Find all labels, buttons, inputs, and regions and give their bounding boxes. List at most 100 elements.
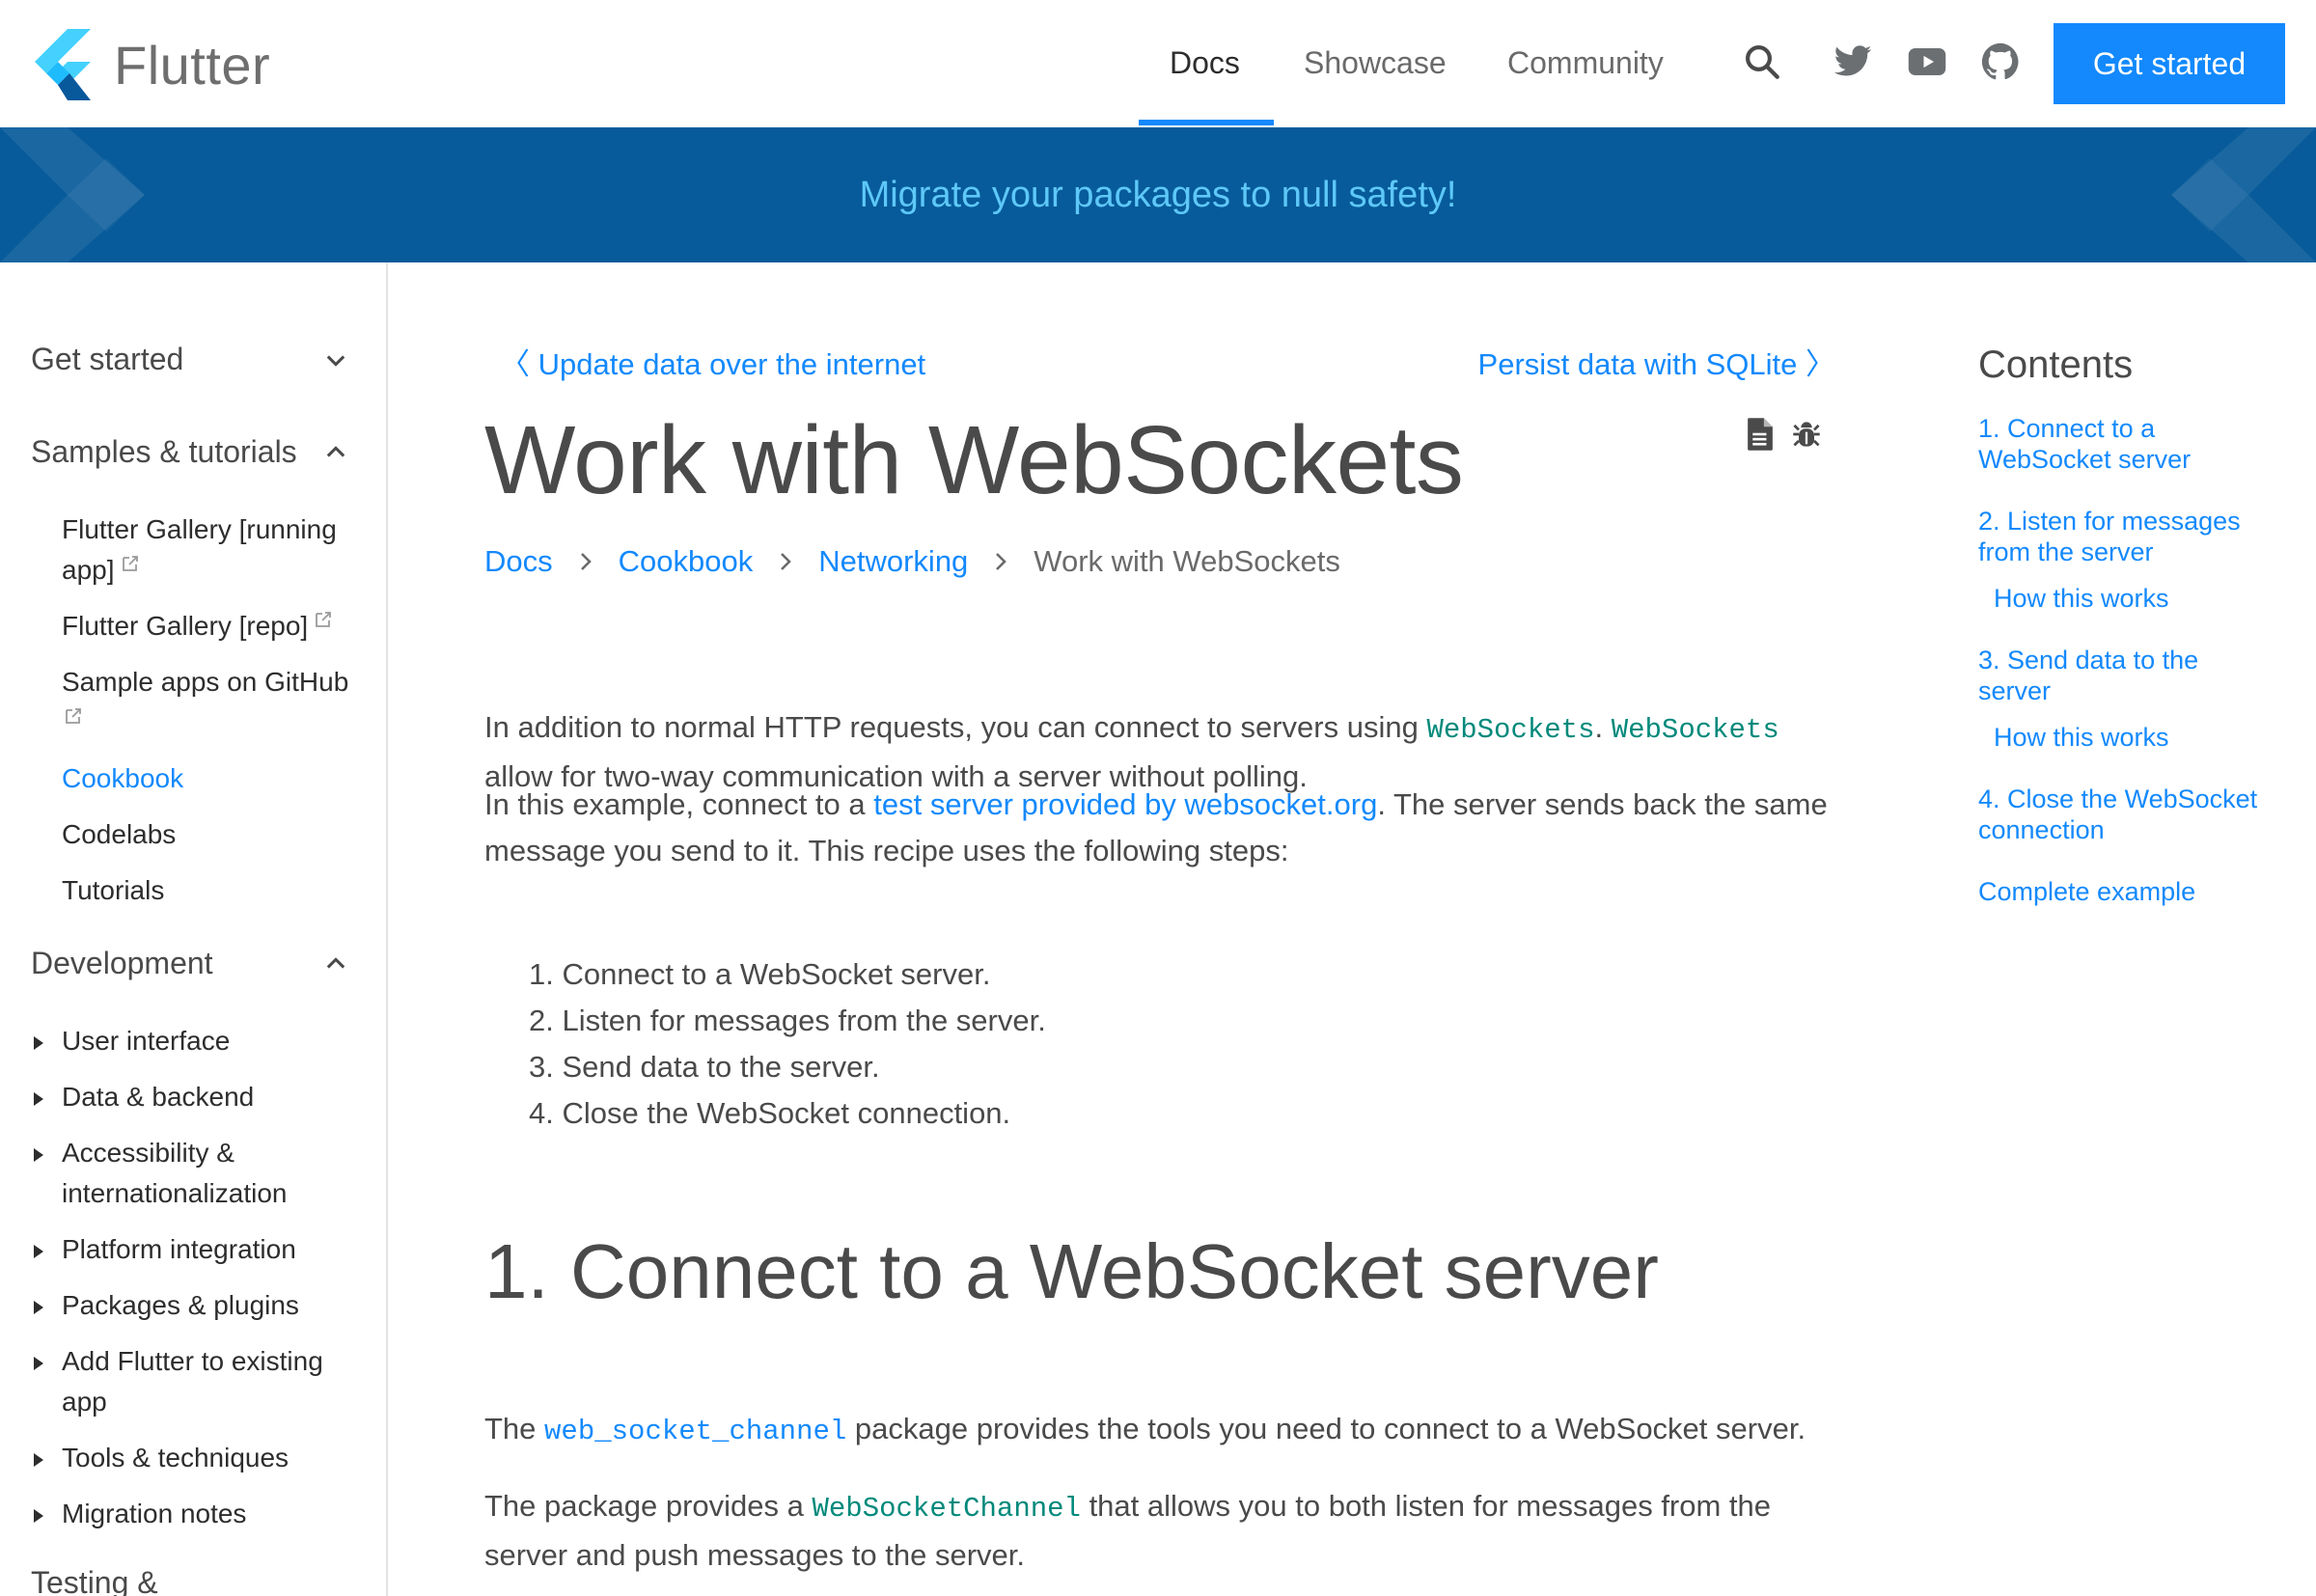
expand-triangle-icon[interactable] bbox=[33, 1451, 44, 1469]
sidebar-item-flutter-gallery-app[interactable]: Flutter Gallery [running app] bbox=[62, 509, 361, 591]
text: The bbox=[484, 1412, 545, 1445]
intro-paragraph-2: In this example, connect to a test serve… bbox=[484, 782, 1835, 874]
sidebar-item-platform-integration[interactable]: Platform integration bbox=[62, 1229, 361, 1270]
sidebar-item-flutter-gallery-repo[interactable]: Flutter Gallery [repo] bbox=[62, 606, 361, 647]
chevron-left-icon: 〈 bbox=[500, 347, 530, 381]
toc-item-close[interactable]: 4. Close the WebSocket connection bbox=[1978, 784, 2297, 845]
sidebar-item-migration-notes[interactable]: Migration notes bbox=[62, 1494, 361, 1534]
expand-triangle-icon[interactable] bbox=[33, 1299, 44, 1316]
toc-item-connect[interactable]: 1. Connect to a WebSocket server bbox=[1978, 413, 2210, 475]
sidebar-item-label: Sample apps on GitHub bbox=[62, 667, 349, 697]
nav-community[interactable]: Community bbox=[1507, 0, 1664, 127]
sidebar-item-accessibility[interactable]: Accessibility & internationalization bbox=[62, 1133, 351, 1214]
step-item: 3. Send data to the server. bbox=[529, 1050, 880, 1084]
flutter-logo-link[interactable]: Flutter bbox=[31, 29, 270, 100]
expand-triangle-icon[interactable] bbox=[33, 1034, 44, 1052]
sidebar-item-codelabs[interactable]: Codelabs bbox=[62, 814, 361, 855]
external-link-icon bbox=[66, 708, 81, 724]
next-page-label: Persist data with SQLite bbox=[1477, 347, 1798, 381]
step-item: 4. Close the WebSocket connection. bbox=[529, 1096, 1011, 1130]
null-safety-banner-link[interactable]: Migrate your packages to null safety! bbox=[0, 127, 2316, 262]
text: package provides the tools you need to c… bbox=[846, 1412, 1806, 1445]
chevron-right-icon: 〉 bbox=[1806, 347, 1835, 381]
github-icon[interactable] bbox=[1977, 39, 2024, 85]
chevron-up-icon bbox=[326, 956, 345, 969]
sidebar-section-label: Testing & bbox=[31, 1565, 158, 1596]
youtube-icon[interactable] bbox=[1904, 39, 1950, 85]
logo-text: Flutter bbox=[114, 34, 271, 96]
sidebar-item-label: Flutter Gallery [repo] bbox=[62, 611, 309, 641]
text: In addition to normal HTTP requests, you… bbox=[484, 710, 1427, 744]
toc-item-send[interactable]: 3. Send data to the server bbox=[1978, 645, 2220, 706]
toc-item-send-how-this-works[interactable]: How this works bbox=[1994, 722, 2312, 753]
search-icon[interactable] bbox=[1739, 39, 1785, 85]
get-started-button[interactable]: Get started bbox=[2054, 23, 2285, 104]
twitter-icon[interactable] bbox=[1830, 39, 1876, 85]
announcement-banner: Migrate your packages to null safety! bbox=[0, 127, 2316, 262]
sidebar-item-packages-plugins[interactable]: Packages & plugins bbox=[62, 1285, 361, 1326]
flutter-logo-icon bbox=[35, 29, 91, 100]
expand-triangle-icon[interactable] bbox=[33, 1146, 44, 1164]
sidebar-section-development[interactable]: Development bbox=[31, 946, 349, 981]
breadcrumb-docs[interactable]: Docs bbox=[484, 544, 553, 579]
sidebar-item-tutorials[interactable]: Tutorials bbox=[62, 870, 361, 911]
prev-page-label: Update data over the internet bbox=[538, 347, 926, 381]
sidebar-section-label: Samples & tutorials bbox=[31, 434, 297, 469]
breadcrumb-networking[interactable]: Networking bbox=[818, 544, 968, 579]
sidebar-item-sample-apps-github[interactable]: Sample apps on GitHub bbox=[62, 662, 361, 743]
nav-active-indicator bbox=[1139, 120, 1274, 125]
prev-page-link[interactable]: 〈 Update data over the internet bbox=[500, 340, 925, 383]
toc-item-listen[interactable]: 2. Listen for messages from the server bbox=[1978, 506, 2297, 567]
code-websockets: WebSockets bbox=[1426, 714, 1595, 746]
sidebar-section-label: Development bbox=[31, 946, 213, 980]
left-sidebar: Get started Samples & tutorials Flutter … bbox=[0, 262, 388, 1596]
code-websocketchannel: WebSocketChannel bbox=[812, 1493, 1081, 1525]
sidebar-section-get-started[interactable]: Get started bbox=[31, 342, 349, 377]
steps-list: 1. Connect to a WebSocket server. 2. Lis… bbox=[529, 951, 1046, 1137]
chevron-down-icon bbox=[326, 354, 345, 367]
sidebar-item-data-backend[interactable]: Data & backend bbox=[62, 1077, 361, 1117]
toc-item-listen-how-this-works[interactable]: How this works bbox=[1994, 583, 2312, 614]
nav-docs[interactable]: Docs bbox=[1170, 0, 1240, 127]
text: The package provides a bbox=[484, 1489, 813, 1523]
step-item: 1. Connect to a WebSocket server. bbox=[529, 957, 991, 991]
sidebar-item-user-interface[interactable]: User interface bbox=[62, 1021, 361, 1061]
sidebar-section-testing[interactable]: Testing & bbox=[31, 1565, 349, 1596]
nav-showcase[interactable]: Showcase bbox=[1304, 0, 1447, 127]
sidebar-section-samples-tutorials[interactable]: Samples & tutorials bbox=[31, 434, 349, 470]
text: In this example, connect to a bbox=[484, 787, 874, 821]
toc-title: Contents bbox=[1978, 344, 2134, 386]
breadcrumb-cookbook[interactable]: Cookbook bbox=[619, 544, 754, 579]
text: . bbox=[1594, 710, 1612, 744]
view-source-icon[interactable] bbox=[1745, 417, 1776, 452]
chevron-right-icon bbox=[996, 553, 1007, 570]
chevron-right-icon bbox=[781, 553, 792, 570]
breadcrumb: Docs Cookbook Networking Work with WebSo… bbox=[484, 544, 1340, 579]
external-link-icon bbox=[122, 556, 138, 571]
sidebar-item-cookbook[interactable]: Cookbook bbox=[62, 758, 361, 799]
step-item: 2. Listen for messages from the server. bbox=[529, 1004, 1046, 1037]
section1-paragraph-2: The package provides a WebSocketChannel … bbox=[484, 1483, 1835, 1579]
next-page-link[interactable]: Persist data with SQLite 〉 bbox=[1478, 340, 1835, 383]
section-heading-connect: 1. Connect to a WebSocket server bbox=[484, 1228, 1659, 1314]
expand-triangle-icon[interactable] bbox=[33, 1355, 44, 1372]
toc-item-complete-example[interactable]: Complete example bbox=[1978, 876, 2297, 907]
report-bug-icon[interactable] bbox=[1791, 417, 1822, 452]
site-header: Flutter Docs Showcase Community Get star… bbox=[0, 0, 2316, 127]
sidebar-section-label: Get started bbox=[31, 342, 184, 376]
expand-triangle-icon[interactable] bbox=[33, 1243, 44, 1260]
external-link-icon bbox=[316, 612, 332, 627]
expand-triangle-icon[interactable] bbox=[33, 1090, 44, 1108]
breadcrumb-current: Work with WebSockets bbox=[1034, 544, 1340, 578]
web-socket-channel-package-link[interactable]: web_socket_channel bbox=[544, 1416, 846, 1447]
chevron-right-icon bbox=[580, 553, 592, 570]
sidebar-item-label: Flutter Gallery [running app] bbox=[62, 514, 337, 585]
chevron-up-icon bbox=[326, 445, 345, 457]
page-title: Work with WebSockets bbox=[484, 406, 1464, 514]
expand-triangle-icon[interactable] bbox=[33, 1507, 44, 1525]
code-websockets: WebSockets bbox=[1611, 714, 1779, 746]
sidebar-item-tools-techniques[interactable]: Tools & techniques bbox=[62, 1438, 361, 1478]
websocket-org-test-server-link[interactable]: test server provided by websocket.org bbox=[873, 787, 1377, 821]
sidebar-item-add-to-app[interactable]: Add Flutter to existing app bbox=[62, 1341, 342, 1422]
section1-paragraph-1: The web_socket_channel package provides … bbox=[484, 1406, 1835, 1455]
